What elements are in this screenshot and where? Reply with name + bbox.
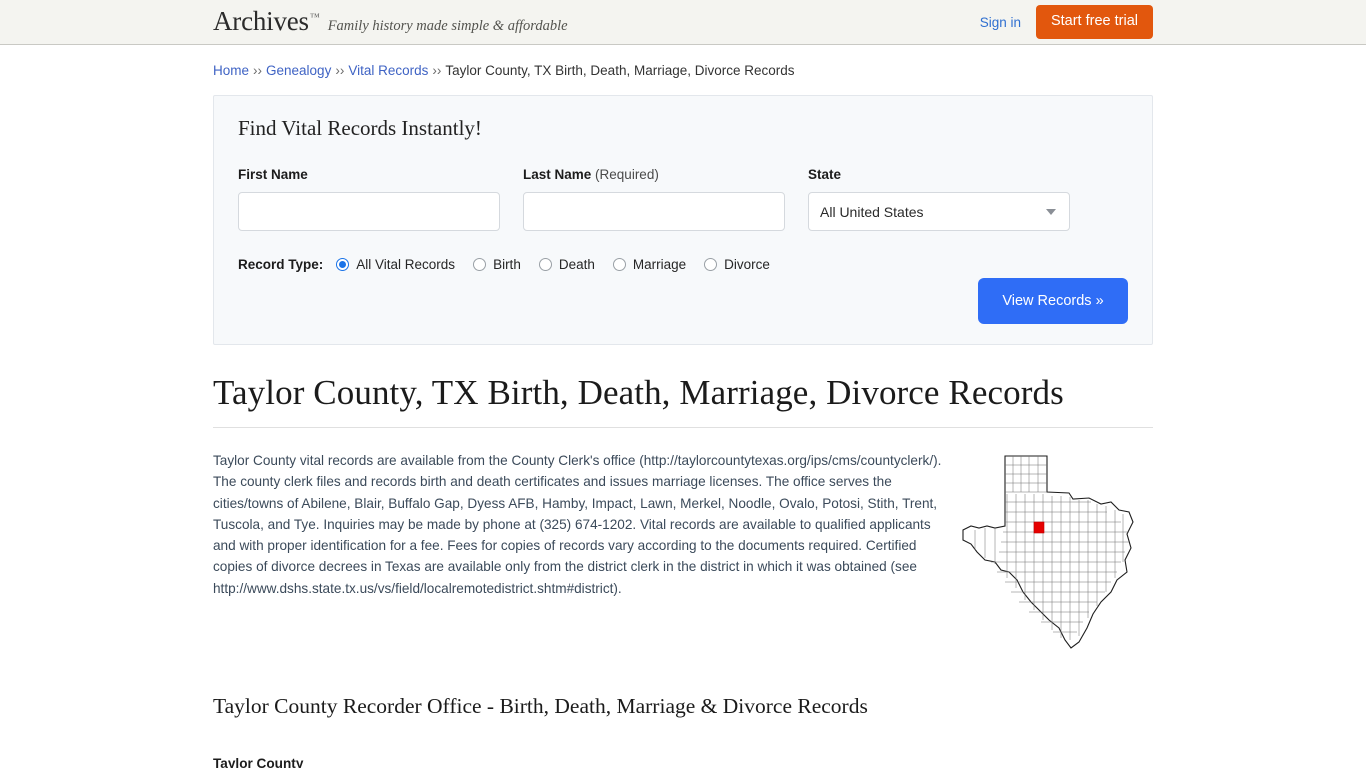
state-label: State <box>808 167 842 182</box>
map-column <box>949 450 1153 652</box>
first-name-field-group: First Name <box>238 167 500 231</box>
record-type-row: Record Type: All Vital Records Birth Dea… <box>238 257 1128 272</box>
last-name-required-note: (Required) <box>595 167 659 182</box>
radio-death[interactable]: Death <box>538 257 595 272</box>
highlighted-county-marker <box>1033 521 1045 534</box>
radio-marriage[interactable]: Marriage <box>612 257 687 272</box>
radio-indicator-icon[interactable] <box>473 258 487 271</box>
content-row: Taylor County vital records are availabl… <box>213 450 1153 652</box>
texas-county-map-icon <box>962 455 1134 649</box>
radio-label-divorce: Divorce <box>724 257 770 272</box>
radio-indicator-icon[interactable] <box>612 258 626 271</box>
breadcrumb: Home ›› Genealogy ›› Vital Records ›› Taylor C… <box>213 45 1153 78</box>
brand-logo[interactable]: Archives ™ Family history made simple & … <box>213 6 568 37</box>
recorder-office-title: Taylor County Recorder Office - Birth, D… <box>213 694 868 718</box>
first-name-label: First Name <box>238 167 308 182</box>
radio-birth[interactable]: Birth <box>473 257 521 272</box>
last-name-field-group: Last Name (Required) <box>523 167 785 231</box>
breadcrumb-separator: ›› <box>253 63 263 78</box>
last-name-label: Last Name (Required) <box>523 167 659 182</box>
breadcrumb-item-genealogy[interactable]: Genealogy <box>266 63 331 78</box>
start-free-trial-button[interactable]: Start free trial <box>1035 5 1153 39</box>
trademark-icon: ™ <box>309 12 320 23</box>
radio-label-birth: Birth <box>493 257 521 272</box>
radio-indicator-icon[interactable] <box>336 258 350 271</box>
breadcrumb-item-current: Taylor County, TX Birth, Death, Marriage… <box>445 63 795 78</box>
record-type-label: Record Type: <box>238 257 324 272</box>
radio-indicator-icon[interactable] <box>538 258 552 271</box>
state-select-wrap: All United States <box>808 192 1070 231</box>
sign-in-link[interactable]: Sign in <box>980 15 1021 30</box>
state-field-group: State All United States <box>808 167 1070 231</box>
county-description: Taylor County vital records are availabl… <box>213 453 942 596</box>
view-records-button[interactable]: View Records » <box>978 278 1128 324</box>
breadcrumb-separator: ›› <box>432 63 442 78</box>
last-name-input[interactable] <box>523 192 785 231</box>
vital-records-search-panel: Find Vital Records Instantly! First Name… <box>213 95 1153 345</box>
page-title: Taylor County, TX Birth, Death, Marriage… <box>213 373 1153 428</box>
recorder-office-address: Taylor County 300 Oak St Abilene, TX 796… <box>213 753 1153 768</box>
breadcrumb-separator: ›› <box>335 63 345 78</box>
address-county-name: Taylor County <box>213 756 304 768</box>
search-panel-title: Find Vital Records Instantly! <box>238 116 482 140</box>
state-select[interactable]: All United States <box>808 192 1070 231</box>
header-actions: Sign in Start free trial <box>980 0 1153 44</box>
breadcrumb-item-home[interactable]: Home <box>213 63 249 78</box>
brand-name: Archives <box>213 6 309 36</box>
radio-divorce[interactable]: Divorce <box>704 257 770 272</box>
search-fields-row: First Name Last Name (Required) State Al… <box>238 167 1128 231</box>
breadcrumb-item-vital-records[interactable]: Vital Records <box>348 63 428 78</box>
state-select-value: All United States <box>820 203 924 220</box>
site-header: Archives ™ Family history made simple & … <box>0 0 1366 45</box>
radio-all-vital-records[interactable]: All Vital Records <box>336 257 455 272</box>
radio-label-all: All Vital Records <box>356 257 456 272</box>
brand-tagline: Family history made simple & affordable <box>327 18 568 34</box>
first-name-input[interactable] <box>238 192 500 231</box>
radio-label-marriage: Marriage <box>632 257 687 272</box>
radio-label-death: Death <box>558 257 595 272</box>
radio-indicator-icon[interactable] <box>704 258 718 271</box>
